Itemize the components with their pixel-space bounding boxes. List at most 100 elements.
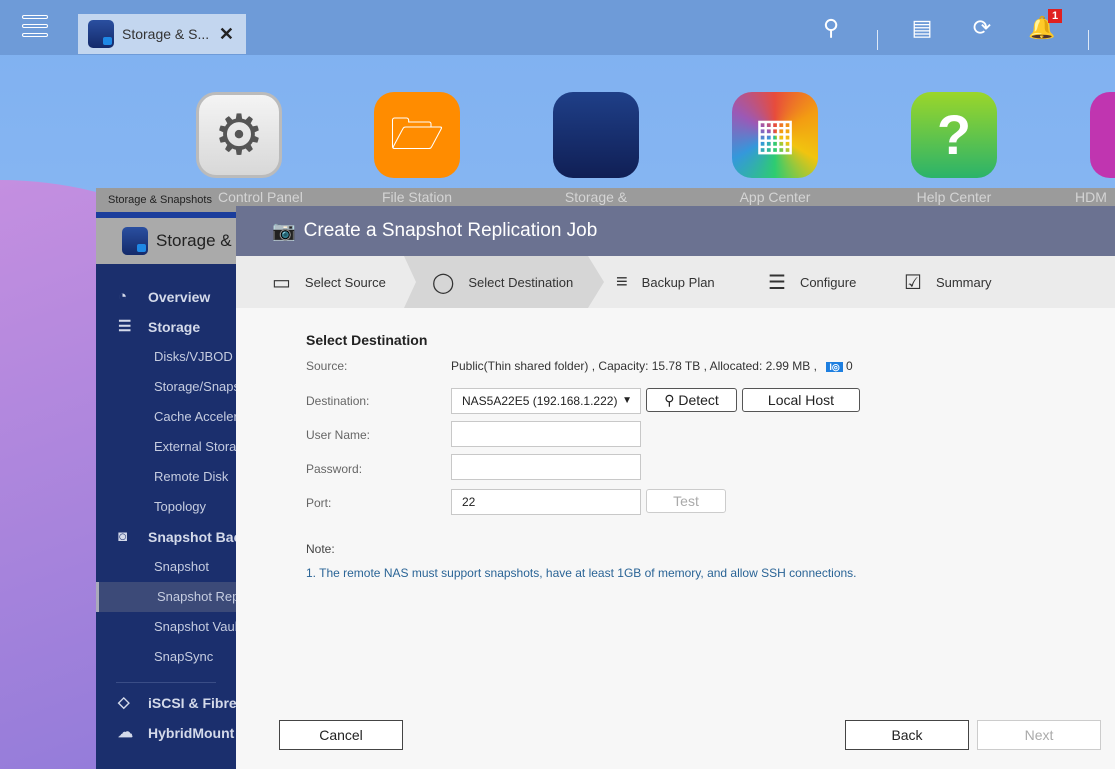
divider [116,682,216,683]
desktop-icon-label: Help Center [916,189,992,205]
dropdown-arrow-icon: ▼ [622,395,632,406]
detect-button[interactable]: ⚲ Detect [646,388,737,412]
source-label: Source: [306,359,348,373]
sidebar-item[interactable]: ◇ iSCSI & Fibre Channel [96,688,236,718]
tab-title: Storage & S... [122,26,210,42]
sidebar-item-label: Storage/Snapshots [154,379,236,394]
sidebar-item-label: Snapshot [154,559,209,574]
notification-badge: 1 [1048,9,1063,23]
port-input[interactable] [451,489,641,515]
gauge-icon: ◔ [118,288,128,305]
main-menu-icon[interactable] [22,15,48,42]
sidebar-item-label: Overview [148,289,211,305]
password-label: Password: [306,462,363,476]
username-input[interactable] [451,421,641,447]
divider [1088,30,1089,50]
control-panel-icon[interactable]: ⚙ [196,92,282,178]
step-configure: ☰ Configure [768,271,857,294]
sidebar-item-label: HybridMount [148,725,235,741]
sidebar-item[interactable]: Cache Acceleration [96,402,236,432]
search-icon[interactable]: ⚲ [817,14,845,42]
password-input[interactable] [451,454,641,480]
snapshot-icon: I◎ [826,362,843,372]
replication-icon: 📷 [272,221,296,242]
next-button[interactable]: Next [977,720,1101,750]
local-host-button[interactable]: Local Host [742,388,860,412]
drive-icon: ▭ [272,271,291,294]
desktop-icon-label: File Station [381,189,453,205]
dialog-header: 📷 Create a Snapshot Replication Job [236,206,1115,256]
wizard-steps: ▭ Select Source ◯ Select Destination ≡ Back… [236,256,1115,308]
sidebar-item[interactable]: Storage/Snapshots [96,372,236,402]
dialog-title: Create a Snapshot Replication Job [303,220,598,241]
section-title: Select Destination [306,332,428,348]
hdmi-icon[interactable] [1090,92,1115,178]
source-value: Public(Thin shared folder) , Capacity: 1… [451,359,853,373]
taskbar-tab-storage[interactable]: Storage & S... ✕ [78,14,246,54]
snapshot-count: 0 [846,359,853,373]
desktop-icon-label: Control Panel [218,189,303,205]
storage-snapshots-icon[interactable] [553,92,639,178]
sidebar-item[interactable]: Snapshot Replica [96,582,236,612]
sidebar-item-label: iSCSI & Fibre Channel [148,695,236,711]
desktop-icon-label: HDM [1075,189,1107,205]
help-center-icon[interactable]: ? [911,92,997,178]
sidebar-item-label: Snapshot Backup [148,529,236,545]
iscsi-icon: ◇ [118,694,130,711]
sidebar-item-label: Disks/VJBOD [154,349,233,364]
sidebar-item[interactable]: External Storage [96,432,236,462]
sidebar-item[interactable]: Snapshot Vault [96,612,236,642]
camera-icon: ◙ [118,528,128,545]
sidebar-item-label: SnapSync [154,649,214,664]
destination-select[interactable]: NAS5A22E5 (192.168.1.222) ▼ [451,388,641,414]
sidebar-item-label: Cache Acceleration [154,409,236,424]
desktop-icon-label: Storage & [564,189,628,205]
sidebar-item-label: External Storage [154,439,236,454]
destination-label: Destination: [306,394,370,408]
username-label: User Name: [306,428,371,442]
app-center-icon[interactable]: ▦ [732,92,818,178]
step-select-destination: ◯ Select Destination [404,256,604,308]
sidebar-item-label: Topology [154,499,207,514]
external-device-icon[interactable]: ⟳ [968,14,996,42]
sidebar-item[interactable]: SnapSync [96,642,236,672]
cylinder-icon: ◯ [432,271,455,294]
sidebar-item-label: Snapshot Replica [157,589,236,604]
sidebar-item[interactable]: ☁ HybridMount [96,718,236,748]
sidebar-item-label: Storage [148,319,201,335]
port-label: Port: [306,496,332,510]
list-icon: ☰ [768,271,786,294]
storage-app-icon [88,20,114,48]
create-replication-job-dialog: 📷 Create a Snapshot Replication Job ▭ Sele… [236,206,1115,769]
sidebar-item[interactable]: ◔ Overview [96,282,236,312]
storage-app-icon [122,227,148,255]
sidebar-item[interactable]: ☰ Storage [96,312,236,342]
sidebar-item[interactable]: Remote Disk [96,462,236,492]
database-icon: ☰ [118,318,132,335]
cancel-button[interactable]: Cancel [279,720,403,750]
step-backup-plan: ≡ Backup Plan [616,270,715,293]
app-title: Storage & S [156,231,248,250]
sidebar-item-label: Snapshot Vault [154,619,236,634]
note-text: 1. The remote NAS must support snapshots… [306,566,857,580]
background-tasks-icon[interactable]: ▤ [908,14,936,42]
sidebar-item[interactable]: Disks/VJBOD [96,342,236,372]
desktop-icon-label: App Center [739,189,811,205]
divider [877,30,878,50]
sidebar-item-label: Remote Disk [154,469,229,484]
close-icon[interactable]: ✕ [219,24,234,45]
test-button[interactable]: Test [646,489,726,513]
sidebar-item[interactable]: Snapshot [96,552,236,582]
cloud-icon: ☁ [118,724,133,741]
back-button[interactable]: Back [845,720,969,750]
sidebar-item[interactable]: ◙ Snapshot Backup [96,522,236,552]
sidebar-nav: ◔ Overview ☰ Storage Disks/VJBOD Storage/Snap… [96,282,236,748]
top-bar: Storage & S... ✕ ⚲ ▤ ⟳ 🔔 1 [0,0,1115,55]
file-station-icon[interactable]: 🗁 [374,92,460,178]
clipboard-icon: ☑ [904,271,922,294]
note-label: Note: [306,542,335,556]
sidebar-item[interactable]: Topology [96,492,236,522]
search-icon: ⚲ [664,392,675,408]
step-summary: ☑ Summary [904,271,992,294]
plan-icon: ≡ [616,270,628,293]
